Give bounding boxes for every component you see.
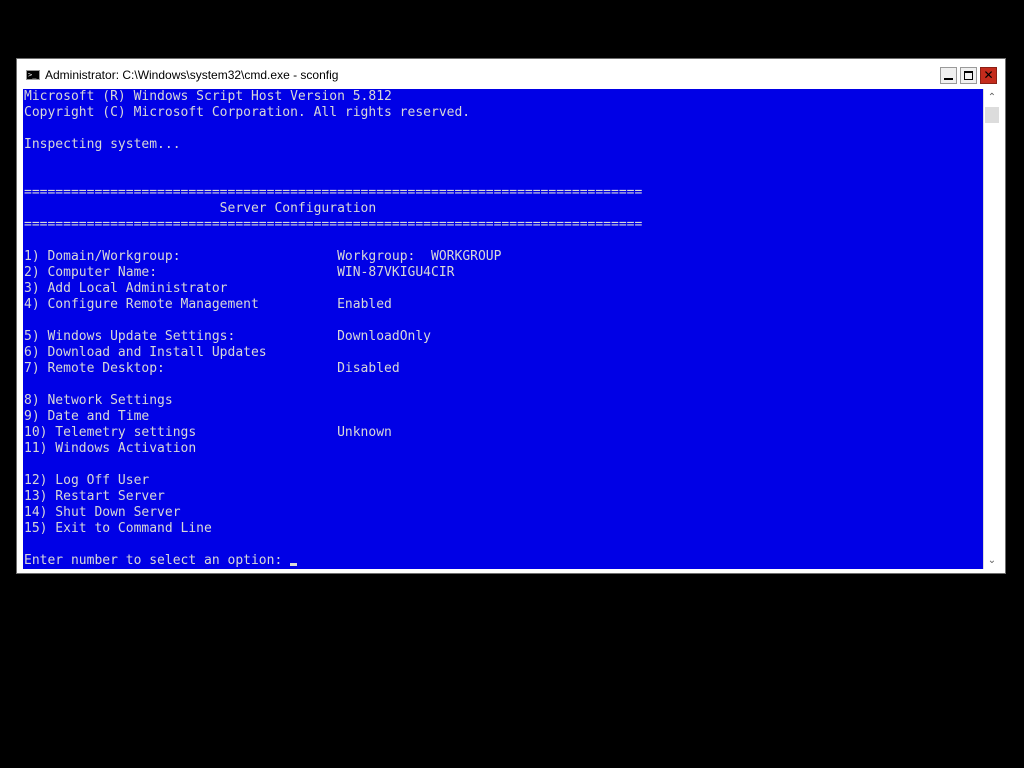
menu-item-value: DownloadOnly [337,329,431,344]
menu-item: 6) Download and Install Updates [23,345,983,361]
scroll-up-button[interactable]: ⌃ [984,89,1000,106]
chevron-up-icon: ⌃ [987,92,997,103]
menu-item: 2) Computer Name: WIN-87VKIGU4CIR [23,265,983,281]
menu-item: 13) Restart Server [23,489,983,505]
separator-line: ========================================… [24,217,643,232]
close-icon: ✕ [983,68,994,82]
menu-item: 1) Domain/Workgroup: Workgroup: WORKGROU… [23,249,983,265]
menu-item-label: 13) Restart Server [24,489,165,504]
menu-item-value: Disabled [337,361,400,376]
menu-item-padding [196,425,337,440]
menu-item: 9) Date and Time [23,409,983,425]
menu-item-padding [157,265,337,280]
menu-item-label: 10) Telemetry settings [24,425,197,440]
prompt-text: Enter number to select an option: [24,553,291,568]
section-title: Server Configuration [24,201,377,216]
menu-item-padding [165,361,337,376]
minimize-button[interactable] [940,67,957,84]
text-cursor [290,563,298,566]
menu-item: 3) Add Local Administrator [23,281,983,297]
menu-list: 1) Domain/Workgroup: Workgroup: WORKGROU… [23,249,983,537]
window-title: Administrator: C:\Windows\system32\cmd.e… [45,68,339,82]
menu-item-label: 3) Add Local Administrator [24,281,228,296]
menu-item-label: 1) Domain/Workgroup: [24,249,181,264]
title-bar[interactable]: >_ Administrator: C:\Windows\system32\cm… [17,59,1005,89]
scroll-thumb[interactable] [985,107,999,123]
console-header-line: Microsoft (R) Windows Script Host Versio… [24,89,392,104]
vertical-scrollbar[interactable]: ⌃ ⌄ [983,89,1000,569]
menu-item-value: Workgroup: WORKGROUP [337,249,502,264]
menu-item: 15) Exit to Command Line [23,521,983,537]
menu-item-label: 7) Remote Desktop: [24,361,165,376]
menu-item-label: 11) Windows Activation [24,441,197,456]
menu-item-value: WIN-87VKIGU4CIR [337,265,455,280]
menu-item-label: 2) Computer Name: [24,265,158,280]
menu-item: 4) Configure Remote Management Enabled [23,297,983,313]
menu-item: 10) Telemetry settings Unknown [23,425,983,441]
chevron-down-icon: ⌄ [987,555,997,566]
console-output[interactable]: Microsoft (R) Windows Script Host Versio… [23,89,983,569]
scroll-down-button[interactable]: ⌄ [984,552,1000,569]
menu-item-label: 6) Download and Install Updates [24,345,267,360]
menu-item: 5) Windows Update Settings: DownloadOnly [23,329,983,345]
menu-item-label: 5) Windows Update Settings: [24,329,236,344]
menu-item-label: 15) Exit to Command Line [24,521,212,536]
menu-item: 7) Remote Desktop: Disabled [23,361,983,377]
cmd-console-icon[interactable]: >_ [26,70,40,80]
menu-item-padding [259,297,337,312]
menu-item-label: 9) Date and Time [24,409,150,424]
menu-item-label: 14) Shut Down Server [24,505,181,520]
menu-item-padding [235,329,337,344]
status-line: Inspecting system... [24,137,181,152]
prompt-line[interactable]: Enter number to select an option: [23,553,983,569]
menu-item: 11) Windows Activation [23,441,983,457]
menu-item: 8) Network Settings [23,393,983,409]
menu-item: 12) Log Off User [23,473,983,489]
maximize-button[interactable] [960,67,977,84]
close-button[interactable]: ✕ [980,67,997,84]
menu-item-label: 8) Network Settings [24,393,173,408]
cmd-icon-glyph: >_ [28,71,37,79]
menu-item-label: 12) Log Off User [24,473,150,488]
menu-item-label: 4) Configure Remote Management [24,297,259,312]
cmd-window[interactable]: >_ Administrator: C:\Windows\system32\cm… [16,58,1006,574]
menu-item-value: Unknown [337,425,392,440]
console-header-line: Copyright (C) Microsoft Corporation. All… [24,105,471,120]
menu-item: 14) Shut Down Server [23,505,983,521]
menu-item-padding [181,249,338,264]
menu-item-value: Enabled [337,297,392,312]
separator-line: ========================================… [24,185,643,200]
